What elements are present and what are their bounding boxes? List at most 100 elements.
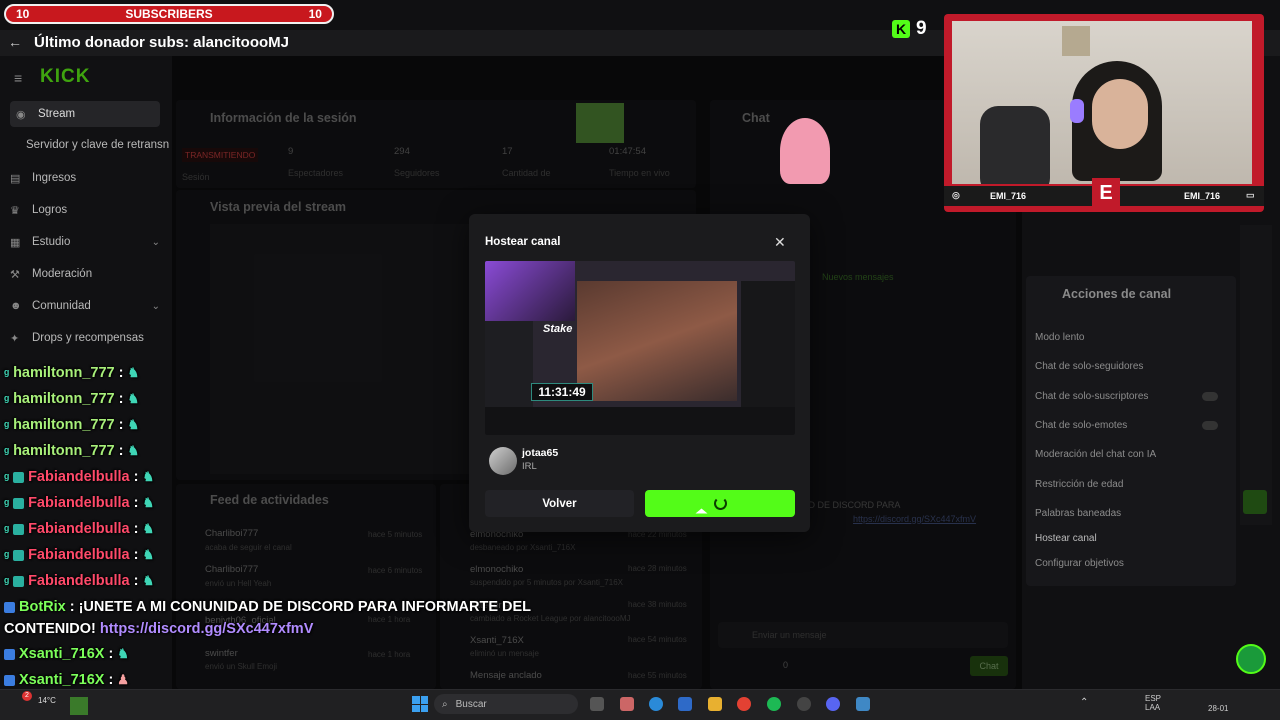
sub-badge-icon (13, 471, 25, 483)
action-banned-words[interactable]: Palabras baneadas (1035, 508, 1220, 519)
spotify-icon[interactable] (767, 697, 781, 711)
floating-action-icon[interactable] (1236, 644, 1266, 674)
overlay-chat-line: ᵍ Fabiandelbulla: ♞ (4, 547, 154, 563)
loading-spinner-icon (713, 497, 727, 510)
chat-msg: : (118, 417, 124, 433)
emote-icon: ♞ (127, 391, 140, 406)
host-channel-modal: Hostear canal ✕ Stake 11:31:49 jotaa65 I… (469, 214, 810, 532)
emote-icon: ♞ (142, 469, 155, 484)
action-ai-moderation[interactable]: Moderación del chat con IA (1035, 449, 1220, 460)
windows-start-icon[interactable] (412, 696, 428, 712)
sidebar-item-logros[interactable]: ♛ Logros (10, 204, 160, 217)
sub-badge-icon (13, 523, 25, 535)
hammer-icon: ⚒ (10, 269, 20, 281)
action-slow-mode[interactable]: Modo lento (1035, 332, 1220, 343)
sidebar-item-drops[interactable]: ✦ Drops y recompensas (10, 332, 160, 345)
obs-icon[interactable] (797, 697, 811, 711)
panel-title: Acciones de canal (1062, 287, 1172, 301)
action-emotes-only[interactable]: Chat de solo-emotes (1035, 420, 1220, 431)
chrome-icon[interactable] (737, 697, 751, 711)
chat-msg: : (133, 495, 139, 511)
mouse-cursor-icon (695, 508, 708, 514)
avatar (489, 447, 517, 475)
chevron-down-icon: ⌄ (151, 300, 160, 312)
shield-icon[interactable] (856, 697, 870, 711)
preview-brand: Stake (543, 323, 573, 335)
overlay-chat-line-botrix-cont: CONTENIDO! https://discord.gg/SXc447xfmV (4, 621, 313, 637)
sidebar-item-moderacion[interactable]: ⚒ Moderación (10, 268, 160, 281)
sidebar-item-comunidad[interactable]: ☻ Comunidad ⌄ (10, 300, 160, 312)
people-icon: ☻ (10, 300, 22, 312)
sidebar-item-ingresos[interactable]: ▤ Ingresos (10, 172, 160, 185)
kick-brand-logo: KICK (40, 66, 91, 87)
overlay-chat-line: ᵍ Fabiandelbulla: ♞ (4, 521, 154, 537)
discord-link[interactable]: https://discord.gg/SXc447xfmV (100, 621, 314, 637)
chevron-up-icon[interactable]: ⌃ (1080, 697, 1088, 708)
patrick-sticker (780, 118, 830, 184)
language-indicator[interactable]: ESP LAA (1145, 694, 1161, 712)
host-confirm-button[interactable] (645, 490, 795, 517)
taskbar-search-input[interactable]: ⌕ Buscar (434, 694, 578, 714)
file-explorer-icon[interactable] (708, 697, 722, 711)
chat-msg: : (133, 547, 139, 563)
action-age-restriction[interactable]: Restricción de edad (1035, 479, 1220, 490)
chat-user: Fabiandelbulla (28, 547, 130, 563)
sidebar-item-estudio[interactable]: ▦ Estudio ⌄ (10, 236, 160, 249)
streamer-logo: E (1092, 178, 1120, 208)
copilot-icon[interactable] (620, 697, 634, 711)
sub-badge-icon (13, 575, 25, 587)
chat-user: hamiltonn_777 (13, 443, 115, 459)
active-tool-icon[interactable] (1243, 490, 1267, 514)
edge-icon[interactable] (649, 697, 663, 711)
subs-left-count: 10 (16, 7, 30, 21)
subs-only-toggle[interactable] (1202, 392, 1218, 401)
sidebar-item-label: Servidor y clave de retransn (26, 139, 170, 151)
back-button[interactable]: Volver (485, 490, 634, 517)
webcam-caption-bar: ◎ EMI_716 E EMI_716 ▭ (944, 178, 1264, 208)
badge-icon: ᵍ (4, 573, 10, 589)
subscribers-goal-bar: 10 SUBSCRIBERS 10 (4, 4, 334, 24)
weather-temp: 14°C (38, 696, 56, 705)
headset-icon (1070, 99, 1084, 123)
chat-user: Xsanti_716X (19, 646, 105, 662)
wall-poster (1062, 26, 1090, 56)
emote-icon: ♞ (127, 443, 140, 458)
channel-name: jotaa65 (522, 447, 559, 459)
task-view-icon[interactable] (590, 697, 604, 711)
badge-icon: ᵍ (4, 547, 10, 563)
chat-msg: : (118, 391, 124, 407)
start-tile (412, 696, 420, 704)
hamburger-icon[interactable]: ≡ (14, 70, 22, 86)
action-followers-only[interactable]: Chat de solo-seguidores (1035, 361, 1220, 372)
sub-badge-icon (13, 497, 25, 509)
chat-msg: : (118, 365, 124, 381)
badge-icon: ᵍ (4, 391, 10, 407)
weather-app-icon[interactable] (70, 697, 88, 715)
chat-user: Fabiandelbulla (28, 521, 130, 537)
emotes-only-toggle[interactable] (1202, 421, 1218, 430)
emote-icon: ♞ (117, 646, 129, 661)
badge-icon: ᵍ (4, 521, 10, 537)
sidebar-item-stream[interactable]: ◉ Stream (10, 101, 160, 127)
chat-msg: : (108, 646, 114, 662)
chat-user: hamiltonn_777 (13, 391, 115, 407)
sidebar-item-label: Drops y recompensas (32, 332, 144, 344)
discord-icon[interactable] (826, 697, 840, 711)
cam-handle-right: EMI_716 (1184, 191, 1221, 201)
action-subs-only[interactable]: Chat de solo-suscriptores (1035, 391, 1220, 402)
action-configure-goals[interactable]: Configurar objetivos (1035, 558, 1220, 569)
stream-icon: ◉ (16, 109, 26, 121)
sidebar-item-label: Estudio (32, 236, 71, 248)
overlay-chat-line-botrix: BotRix: ¡UNETE A MI CONUNIDAD DE DISCORD… (4, 599, 531, 615)
back-arrow-icon[interactable]: ← (8, 34, 22, 50)
chat-user: Fabiandelbulla (28, 573, 130, 589)
sidebar-item-label: Comunidad (32, 300, 91, 312)
action-host-channel[interactable]: Hostear canal (1035, 533, 1220, 544)
overlay-chat-line: ᵍ hamiltonn_777: ♞ (4, 391, 139, 407)
bot-badge-icon (4, 601, 15, 613)
store-icon[interactable] (678, 697, 692, 711)
close-icon[interactable]: ✕ (774, 234, 786, 251)
sidebar-item-label: Logros (32, 204, 68, 216)
sidebar-item-server-key[interactable]: Servidor y clave de retransn (26, 139, 172, 151)
search-icon: ⌕ (442, 698, 448, 710)
